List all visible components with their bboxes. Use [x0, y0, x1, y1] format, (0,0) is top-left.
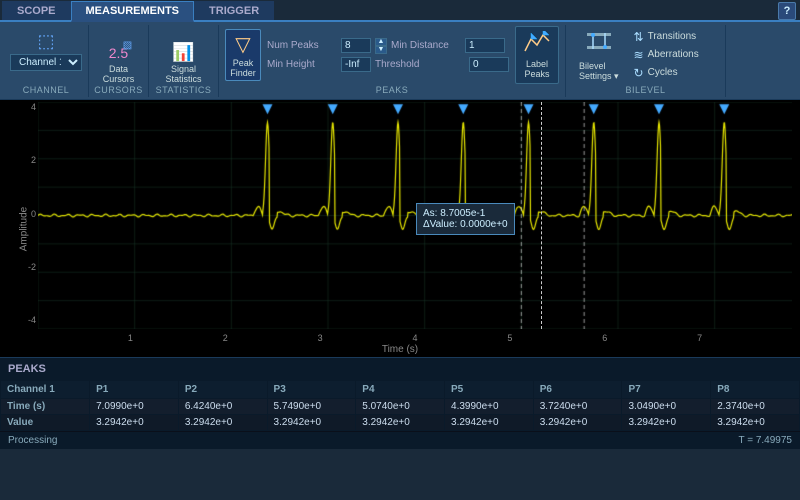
signal-statistics-button[interactable]: 📊 SignalStatistics: [160, 39, 206, 87]
threshold-input[interactable]: [469, 57, 509, 72]
x-label-5: 5: [507, 333, 512, 343]
peaks-table: Channel 1 P1 P2 P3 P4 P5 P6 P7 P8 Time (…: [0, 380, 800, 431]
bilevel-settings-button[interactable]: BilevelSettings ▾: [572, 22, 626, 87]
x-label-4: 4: [412, 333, 417, 343]
data-cursors-label: DataCursors: [103, 64, 135, 84]
num-peaks-input[interactable]: [341, 38, 371, 53]
col-p7: P7: [622, 381, 711, 399]
y-axis: 4 2 0 -2 -4: [0, 100, 40, 327]
table-row: Time (s) 7.0990e+0 6.4240e+0 5.7490e+0 5…: [1, 399, 800, 415]
value-p6: 3.2942e+0: [533, 415, 622, 431]
time-p5: 4.3990e+0: [445, 399, 534, 415]
transitions-label: Transitions: [648, 31, 697, 42]
table-row: Value 3.2942e+0 3.2942e+0 3.2942e+0 3.29…: [1, 415, 800, 431]
tooltip-line2: ΔValue: 0.0000e+0: [423, 219, 508, 230]
time-p4: 5.0740e+0: [356, 399, 445, 415]
peaks-table-header: PEAKS: [0, 359, 800, 380]
min-height-label: Min Height: [267, 59, 337, 70]
bilevel-settings-icon: [585, 27, 613, 55]
time-p3: 5.7490e+0: [267, 399, 356, 415]
x-axis-title: Time (s): [382, 344, 418, 355]
tab-trigger[interactable]: TRIGGER: [194, 1, 274, 20]
value-p2: 3.2942e+0: [178, 415, 267, 431]
peaks-group-label: PEAKS: [219, 85, 565, 95]
time-p7: 3.0490e+0: [622, 399, 711, 415]
threshold-label: Threshold: [375, 59, 445, 70]
x-label-1: 1: [128, 333, 133, 343]
cursors-group-label: CURSORS: [89, 85, 148, 95]
min-height-input[interactable]: [341, 57, 371, 72]
col-p8: P8: [711, 381, 800, 399]
label-peaks-icon: [523, 31, 551, 59]
num-peaks-spinner[interactable]: ▲ ▼: [375, 38, 387, 54]
cycles-item[interactable]: ↻ Cycles: [632, 65, 701, 81]
transitions-item[interactable]: ⇅ Transitions: [632, 29, 701, 45]
aberrations-item[interactable]: ≋ Aberrations: [632, 47, 701, 63]
x-label-2: 2: [223, 333, 228, 343]
data-cursors-button[interactable]: 2.5 ▧ DataCursors: [98, 39, 140, 87]
tab-scope[interactable]: SCOPE: [2, 1, 71, 20]
value-p4: 3.2942e+0: [356, 415, 445, 431]
label-peaks-label: LabelPeaks: [524, 59, 549, 79]
chart-tooltip: As: 8.7005e-1 ΔValue: 0.0000e+0: [416, 203, 515, 235]
peak-finder-label: PeakFinder: [230, 58, 256, 78]
col-p1: P1: [90, 381, 179, 399]
status-right: T = 7.49975: [739, 435, 792, 446]
col-p6: P6: [533, 381, 622, 399]
status-bar: Processing T = 7.49975: [0, 431, 800, 449]
peaks-table-section: PEAKS Channel 1 P1 P2 P3 P4 P5 P6 P7 P8 …: [0, 358, 800, 431]
time-p2: 6.4240e+0: [178, 399, 267, 415]
value-p3: 3.2942e+0: [267, 415, 356, 431]
x-label-7: 7: [697, 333, 702, 343]
value-p7: 3.2942e+0: [622, 415, 711, 431]
time-p1: 7.0990e+0: [90, 399, 179, 415]
signal-statistics-label: SignalStatistics: [165, 64, 201, 84]
time-p8: 2.3740e+0: [711, 399, 800, 415]
value-p8: 3.2942e+0: [711, 415, 800, 431]
min-distance-label: Min Distance: [391, 40, 461, 51]
value-row-label: Value: [1, 415, 90, 431]
tab-measurements[interactable]: MEASUREMENTS: [71, 1, 195, 22]
col-channel: Channel 1: [1, 381, 90, 399]
cycles-label: Cycles: [648, 67, 678, 78]
label-peaks-button[interactable]: LabelPeaks: [515, 26, 559, 84]
min-distance-input[interactable]: [465, 38, 505, 53]
bilevel-settings-label: BilevelSettings ▾: [579, 61, 619, 82]
num-peaks-label: Num Peaks: [267, 40, 337, 51]
help-button[interactable]: ?: [778, 2, 796, 20]
value-p5: 3.2942e+0: [445, 415, 534, 431]
status-left: Processing: [8, 435, 57, 446]
col-p5: P5: [445, 381, 534, 399]
signal-chart: [38, 102, 792, 329]
x-label-6: 6: [602, 333, 607, 343]
channel-select[interactable]: Channel 1: [10, 54, 82, 71]
time-row-label: Time (s): [1, 399, 90, 415]
bilevel-group-label: BILEVEL: [566, 85, 725, 95]
col-p4: P4: [356, 381, 445, 399]
col-p2: P2: [178, 381, 267, 399]
aberrations-label: Aberrations: [648, 49, 699, 60]
statistics-group-label: STATISTICS: [149, 85, 218, 95]
peak-finder-button[interactable]: ▽ PeakFinder: [225, 29, 261, 81]
col-p3: P3: [267, 381, 356, 399]
channel-group-label: CHANNEL: [4, 85, 88, 95]
value-p1: 3.2942e+0: [90, 415, 179, 431]
tooltip-line1: As: 8.7005e-1: [423, 208, 508, 219]
x-label-3: 3: [318, 333, 323, 343]
time-p6: 3.7240e+0: [533, 399, 622, 415]
